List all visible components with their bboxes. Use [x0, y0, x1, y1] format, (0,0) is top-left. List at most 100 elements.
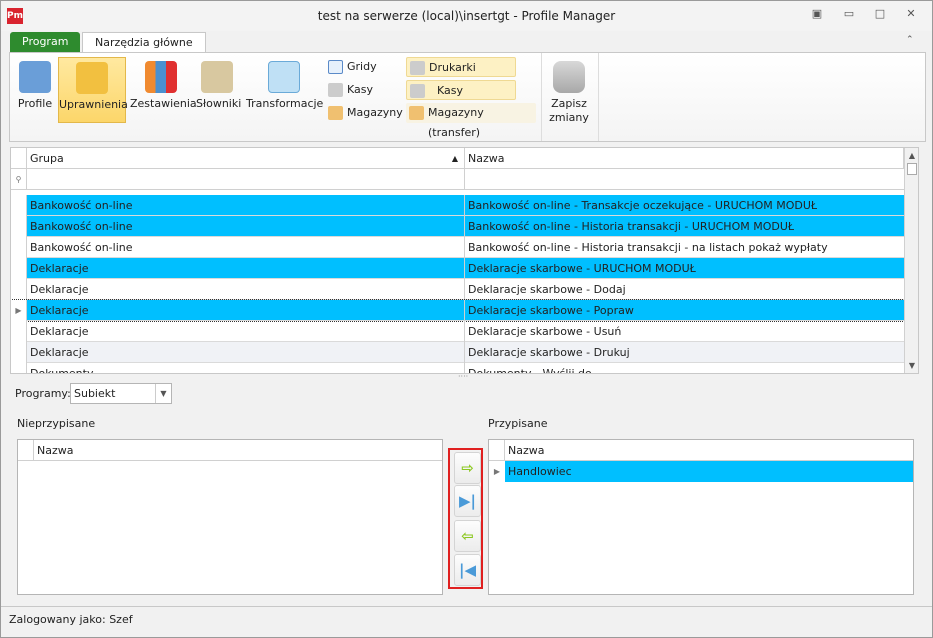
kasy-transfer-button[interactable]: Kasy (transfer) [406, 80, 516, 117]
cell-grupa: Deklaracje [27, 279, 465, 300]
row-indicator[interactable] [11, 258, 27, 279]
cell-grupa: Deklaracje [27, 342, 465, 363]
box-icon [328, 106, 343, 120]
kasy-button[interactable]: Kasy [325, 80, 395, 100]
cell-grupa: Deklaracje [27, 258, 465, 279]
filter-row[interactable]: ⚲ [11, 169, 904, 190]
scroll-down-icon[interactable]: ▼ [905, 361, 918, 370]
column-header-grupa[interactable]: Grupa ▲ [27, 148, 465, 169]
table-row[interactable]: Deklaracje Deklaracje skarbowe - Dodaj [11, 279, 904, 300]
row-indicator[interactable] [11, 342, 27, 363]
scroll-thumb[interactable] [907, 163, 917, 175]
cell-nazwa: Deklaracje skarbowe - URUCHOM MODUŁ [468, 262, 696, 275]
cell-grupa: Deklaracje [27, 321, 465, 342]
cell-grupa: Deklaracje [27, 300, 465, 321]
label: Profile [17, 97, 53, 110]
permissions-grid: Grupa ▲ Nazwa ⚲ Bankowość on-line Bankowoś… [10, 147, 919, 374]
cell-nazwa: Deklaracje skarbowe - Popraw [468, 304, 634, 317]
separator [598, 53, 599, 141]
assign-selected-button[interactable]: ⇨ [454, 452, 481, 484]
table-row[interactable]: Deklaracje Deklaracje skarbowe - URUCHOM … [11, 258, 904, 279]
label: Zapisz [551, 97, 587, 110]
label: Transformacje [246, 97, 324, 110]
separator [541, 53, 542, 141]
window-title: test na serwerze (local)\insertgt - Prof… [317, 9, 616, 23]
grid-icon [328, 60, 343, 74]
printer-icon [410, 61, 425, 75]
table-row[interactable]: Bankowość on-line Bankowość on-line - His… [11, 237, 904, 258]
row-indicator[interactable]: ▶ [11, 300, 27, 321]
column-header-nazwa[interactable]: Nazwa [505, 440, 913, 461]
tab-program[interactable]: Program [10, 32, 81, 52]
label: Magazyny [347, 106, 403, 119]
magazyny-button[interactable]: Magazyny [325, 103, 405, 123]
row-indicator[interactable] [11, 363, 27, 373]
cash-register-icon [410, 84, 425, 98]
column-header-nazwa[interactable]: Nazwa [465, 148, 904, 169]
table-row[interactable]: Bankowość on-line Bankowość on-line - His… [11, 216, 904, 237]
magazyny-transfer-button[interactable]: Magazyny (transfer) [406, 103, 536, 139]
label: Kasy [347, 83, 374, 96]
bar-chart-icon [145, 61, 177, 93]
indicator-header [489, 440, 505, 461]
scroll-up-icon[interactable]: ▲ [905, 151, 918, 160]
drukarki-fiskalne-button[interactable]: Drukarki fiskalne [406, 57, 516, 94]
splitter-handle[interactable]: ···· [458, 372, 468, 381]
skip-to-end-icon: ▶| [458, 492, 476, 510]
cell-nazwa: Bankowość on-line - Historia transakcji … [468, 241, 828, 254]
collapse-ribbon-icon[interactable]: ⌃ [906, 35, 914, 45]
transformacje-button[interactable]: Transformacje [246, 57, 324, 123]
list-item[interactable]: Handlowiec [505, 461, 913, 482]
unassigned-list[interactable]: Nazwa [17, 439, 443, 595]
tab-narzedzia-glowne[interactable]: Narzędzia główne [82, 32, 206, 52]
skip-to-start-icon: |◀ [458, 561, 476, 579]
indicator-header [18, 440, 34, 461]
row-indicator[interactable] [11, 216, 27, 237]
indicator-header [11, 148, 27, 169]
zestawienia-button[interactable]: Zestawienia [130, 57, 197, 123]
cell-nazwa: Dokumenty - Wyślij do [468, 367, 592, 374]
row-indicator[interactable] [11, 321, 27, 342]
row-indicator[interactable] [11, 279, 27, 300]
arrow-left-icon: ⇦ [461, 527, 474, 545]
row-indicator[interactable] [11, 237, 27, 258]
assigned-title: Przypisane [488, 417, 548, 430]
box-icon [409, 106, 424, 120]
cell-nazwa: Bankowość on-line - Historia transakcji … [468, 220, 795, 233]
slowniki-button[interactable]: Słowniki [196, 57, 241, 123]
badge-icon [76, 62, 108, 94]
restore-icon[interactable]: ▣ [807, 7, 827, 23]
profile-button[interactable]: Profile [14, 57, 56, 123]
unassign-all-button[interactable]: |◀ [454, 554, 481, 586]
sort-asc-icon: ▲ [451, 154, 458, 163]
column-header-nazwa[interactable]: Nazwa [34, 440, 442, 461]
table-row[interactable]: ▶ Deklaracje Deklaracje skarbowe - Popraw [11, 299, 905, 322]
minimize-button[interactable]: ▭ [839, 7, 859, 23]
value: Subiekt [74, 387, 116, 400]
programy-select[interactable]: Subiekt ▼ [70, 383, 172, 404]
table-row[interactable]: Deklaracje Deklaracje skarbowe - Usuń [11, 321, 904, 342]
gridy-button[interactable]: Gridy [325, 57, 395, 77]
unassign-selected-button[interactable]: ⇦ [454, 520, 481, 552]
chevron-down-icon[interactable]: ▼ [155, 384, 171, 403]
table-row[interactable]: Deklaracje Deklaracje skarbowe - Drukuj [11, 342, 904, 363]
maximize-button[interactable]: □ [870, 7, 890, 23]
cell-grupa: Dokumenty [27, 363, 465, 373]
vertical-scrollbar[interactable]: ▲ ▼ [904, 148, 918, 373]
filter-cell-grupa[interactable] [27, 169, 465, 190]
label: Grupa [30, 152, 64, 165]
label: Gridy [347, 60, 377, 73]
assigned-list[interactable]: Nazwa ▶ Handlowiec [488, 439, 914, 595]
magnify-table-icon [268, 61, 300, 93]
save-changes-button[interactable]: Zapisz zmiany [545, 57, 593, 124]
row-indicator-icon: ▶ [493, 467, 501, 476]
close-button[interactable]: ✕ [901, 7, 921, 23]
ribbon: Profile Uprawnienia Zestawienia Słowniki… [9, 52, 926, 142]
assign-all-button[interactable]: ▶| [454, 485, 481, 517]
uprawnienia-button[interactable]: Uprawnienia [58, 57, 128, 123]
cell-nazwa: Bankowość on-line - Transakcje oczekując… [468, 199, 818, 212]
table-row[interactable]: Bankowość on-line Bankowość on-line - Tra… [11, 195, 904, 216]
arrow-right-icon: ⇨ [461, 459, 474, 477]
programy-label: Programy: [15, 387, 71, 400]
row-indicator[interactable] [11, 195, 27, 216]
